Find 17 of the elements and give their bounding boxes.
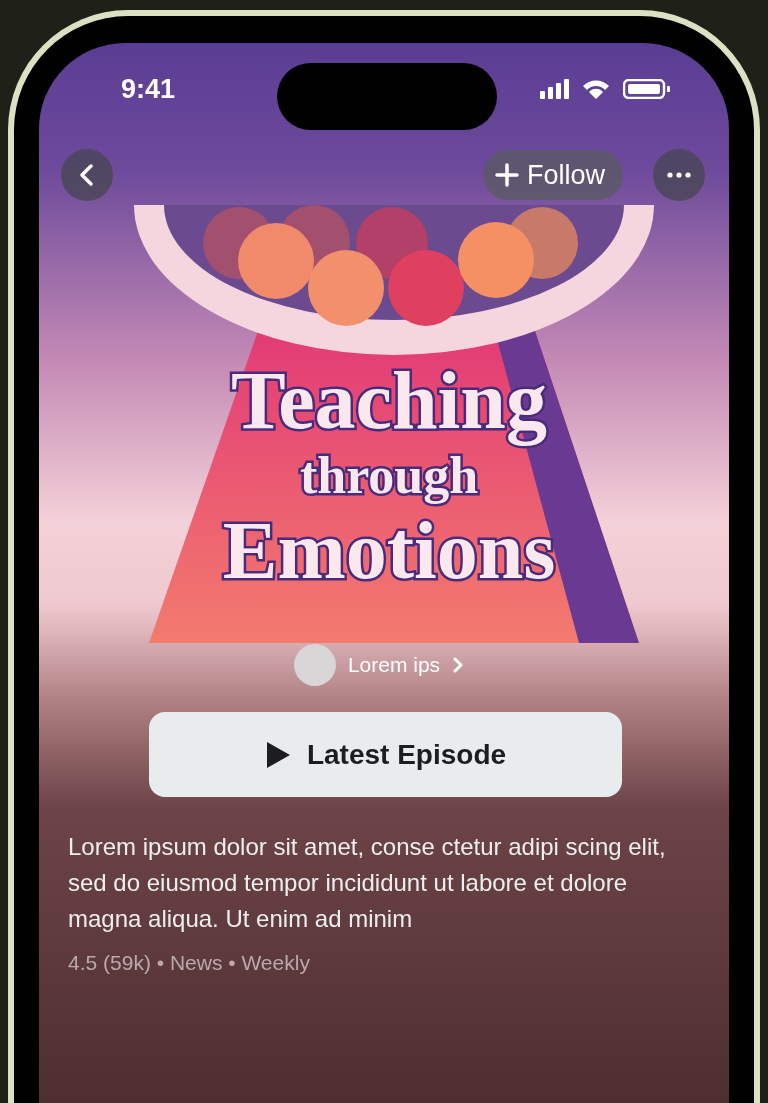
follow-button[interactable]: Follow xyxy=(482,150,623,200)
chevron-right-icon xyxy=(452,656,465,674)
more-button[interactable] xyxy=(653,149,705,201)
cover-title: through xyxy=(299,447,479,504)
wifi-icon xyxy=(583,79,609,99)
back-button[interactable] xyxy=(61,149,113,201)
battery-icon xyxy=(623,79,671,99)
signal-icon xyxy=(540,79,569,99)
status-time: 9:41 xyxy=(121,73,176,105)
description-text: Lorem ipsum dolor sit amet, conse ctetur adipi scing elit, sed do eiusmod tempor incididunt ut labore et dolore magna aliqua. Ut enim ad minim xyxy=(68,832,667,934)
more-icon xyxy=(667,172,691,178)
play-icon xyxy=(264,739,291,770)
avatar xyxy=(293,644,336,686)
plus-icon xyxy=(494,163,519,187)
latest-episode-button[interactable]: Latest Episode xyxy=(149,712,622,797)
podcast-meta: 4.5 (59k) • News • Weekly xyxy=(68,951,311,975)
cover-title: Emotions xyxy=(222,505,556,596)
